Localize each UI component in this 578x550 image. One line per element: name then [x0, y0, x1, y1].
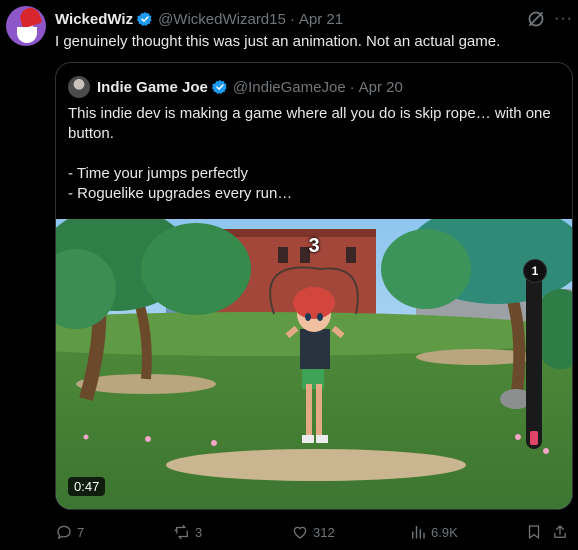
views-button[interactable]: 6.9K [409, 520, 458, 544]
share-icon [554, 525, 566, 538]
quoted-post[interactable]: Indie Game Joe @IndieGameJoe · Apr 20 Th… [55, 62, 573, 510]
post-header: WickedWiz @WickedWizard15 · Apr 21 [55, 9, 343, 29]
repost-button[interactable]: 3 [173, 520, 202, 544]
author-avatar[interactable] [6, 6, 46, 46]
views-icon [412, 526, 425, 539]
more-icon[interactable]: ··· [554, 9, 574, 29]
wizard-hat-shape [17, 6, 43, 29]
like-icon [293, 526, 307, 539]
wizard-beard-shape [17, 27, 37, 43]
quoted-post-date[interactable]: Apr 20 [359, 79, 403, 96]
video-player[interactable]: 3 1 0:47 [56, 219, 572, 509]
share-button[interactable] [551, 520, 573, 544]
quoted-text-line: - Roguelike upgrades every run… [68, 185, 293, 202]
reply-button[interactable]: 7 [55, 520, 84, 544]
quoted-text-line [68, 144, 564, 164]
header-separator: · [289, 10, 295, 28]
quoted-text-line: - Time your jumps perfectly [68, 165, 249, 182]
reply-count: 7 [77, 524, 85, 540]
grok-icon[interactable] [526, 9, 546, 29]
post-actions: 7 3 312 6.9K [55, 520, 573, 544]
jump-meter-count: 1 [523, 259, 547, 283]
jump-meter [526, 271, 542, 449]
quoted-post-header: Indie Game Joe @IndieGameJoe · Apr 20 [97, 77, 403, 97]
quoted-author-handle[interactable]: @IndieGameJoe [233, 79, 346, 96]
reply-icon [57, 525, 71, 540]
countdown-number: 3 [308, 235, 320, 257]
like-button[interactable]: 312 [291, 520, 335, 544]
repost-count: 3 [195, 524, 203, 540]
verified-badge-icon[interactable] [137, 11, 153, 27]
quoted-text-line: This indie dev is making a game where al… [68, 105, 551, 142]
author-handle[interactable]: @WickedWizard15 [158, 11, 286, 28]
quoted-author-avatar[interactable] [68, 76, 90, 98]
post-date[interactable]: Apr 21 [299, 11, 343, 28]
quoted-header-separator: · [349, 78, 355, 96]
author-name[interactable]: WickedWiz [55, 11, 133, 28]
views-count: 6.9K [431, 524, 458, 540]
quoted-post-text: This indie dev is making a game where al… [68, 104, 564, 204]
game-scene-image [56, 219, 572, 509]
repost-icon [174, 524, 188, 540]
video-duration: 0:47 [68, 477, 106, 496]
bookmark-button[interactable] [525, 520, 547, 544]
quoted-author-name[interactable]: Indie Game Joe [97, 79, 208, 96]
post-text: I genuinely thought this was just an ani… [55, 33, 501, 50]
like-count: 312 [313, 524, 335, 540]
jump-meter-fill [530, 431, 538, 445]
bookmark-icon [528, 525, 540, 539]
verified-badge-icon [211, 79, 228, 95]
